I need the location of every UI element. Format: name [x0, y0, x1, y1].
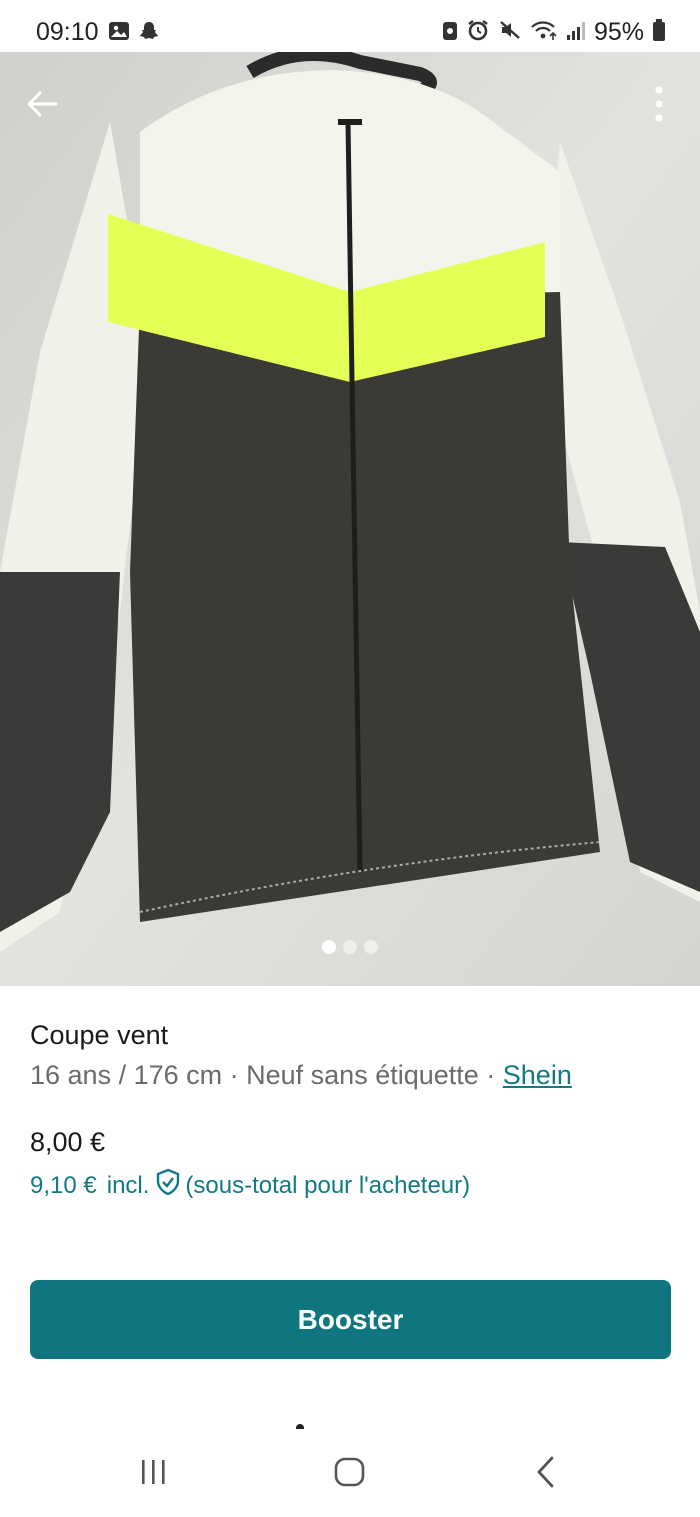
- system-nav-bar: [0, 1432, 700, 1517]
- item-condition: Neuf sans étiquette: [246, 1060, 479, 1090]
- meta-separator: ·: [222, 1060, 247, 1090]
- mute-icon: [498, 19, 522, 46]
- jacket-image: [0, 52, 700, 986]
- incl-label: incl.: [106, 1171, 150, 1199]
- chevron-left-icon: [537, 1456, 554, 1488]
- booster-button[interactable]: Booster: [30, 1280, 671, 1359]
- pagination-dot[interactable]: [343, 940, 357, 954]
- wifi-icon: [530, 19, 558, 46]
- home-icon: [334, 1457, 365, 1487]
- system-back-button[interactable]: [530, 1454, 562, 1495]
- arrow-left-icon: [27, 91, 58, 117]
- back-button[interactable]: [22, 84, 62, 124]
- item-meta: 16 ans / 176 cm · Neuf sans étiquette · …: [30, 1060, 572, 1091]
- status-time: 09:10: [36, 18, 99, 46]
- photo-pagination: [0, 940, 700, 954]
- alarm-icon: [466, 19, 490, 46]
- battery-icon: [652, 18, 666, 47]
- buyer-total-link[interactable]: 9,10 € incl. (sous-total pour l'acheteur…: [30, 1168, 470, 1203]
- more-vertical-icon: [655, 86, 663, 122]
- gallery-icon: [108, 21, 130, 46]
- status-left-icons: [108, 20, 160, 47]
- vpn-key-icon: [442, 19, 458, 46]
- status-bar: 09:10 95%: [0, 0, 700, 52]
- signal-icon: [566, 19, 586, 46]
- more-options-button[interactable]: [644, 82, 674, 126]
- home-button[interactable]: [332, 1454, 368, 1495]
- item-size: 16 ans / 176 cm: [30, 1060, 223, 1090]
- buyer-note: (sous-total pour l'acheteur): [185, 1171, 471, 1199]
- shield-check-icon: [155, 1168, 181, 1203]
- item-title: Coupe vent: [30, 1020, 169, 1050]
- pagination-dot[interactable]: [364, 940, 378, 954]
- status-right-icons: 95%: [442, 18, 666, 47]
- total-price: 9,10 €: [30, 1171, 97, 1199]
- recent-apps-icon: [142, 1460, 165, 1484]
- battery-percentage: 95%: [593, 18, 644, 46]
- scroll-indicator: [296, 1424, 304, 1429]
- item-price: 8,00 €: [30, 1127, 106, 1157]
- product-photo[interactable]: [0, 52, 700, 986]
- meta-separator: ·: [478, 1060, 503, 1090]
- brand-link[interactable]: Shein: [503, 1060, 572, 1090]
- snapchat-icon: [138, 20, 160, 47]
- pagination-dot[interactable]: [322, 940, 336, 954]
- recent-apps-button[interactable]: [138, 1454, 170, 1495]
